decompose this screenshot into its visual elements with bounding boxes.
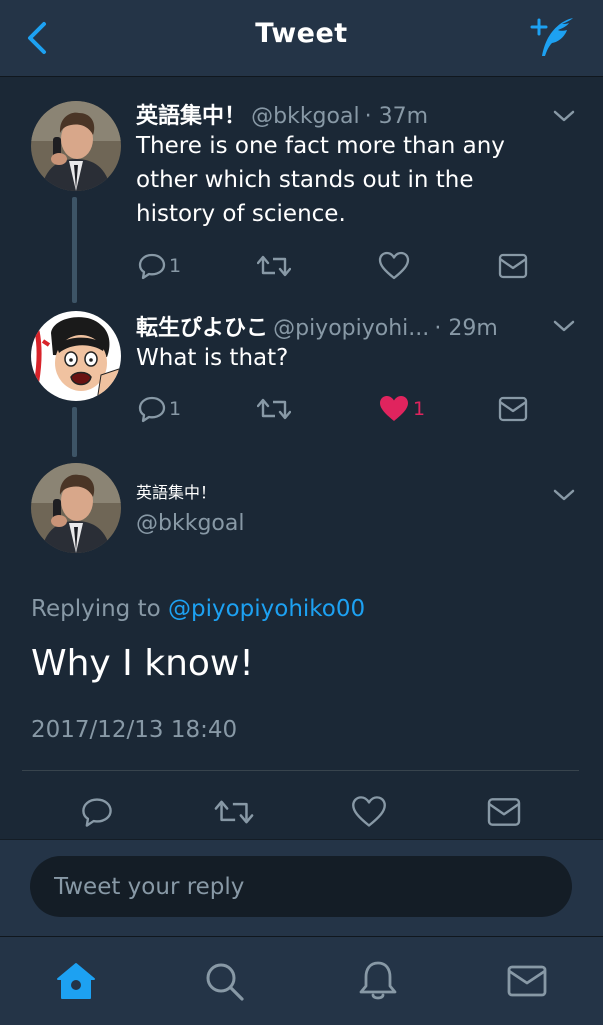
display-name[interactable]: 英語集中！: [136, 104, 246, 129]
reply-input[interactable]: [30, 856, 572, 917]
chevron-down-icon[interactable]: [552, 318, 576, 334]
reply-button[interactable]: [137, 251, 167, 281]
chevron-down-icon[interactable]: [552, 487, 576, 503]
user-handle[interactable]: @bkkgoal: [251, 104, 359, 129]
like-count: 1: [413, 398, 426, 420]
tweet-text: What is that?: [136, 341, 288, 375]
page-title: Tweet: [255, 18, 348, 49]
tweet-thread: 英語集中！ @bkkgoal · 37m There is one fact m…: [0, 77, 603, 839]
heart-filled-icon: [380, 396, 408, 421]
avatar[interactable]: [31, 101, 121, 191]
display-name[interactable]: 英語集中！: [136, 479, 216, 503]
envelope-icon: [498, 396, 528, 422]
heart-icon: [352, 796, 386, 827]
tweet-text: There is one fact more than any other wh…: [136, 129, 505, 231]
tweet-text-line: There is one fact more than any: [136, 133, 505, 159]
top-bar: Tweet: [0, 0, 603, 77]
tweet-text-line: other which stands out in the: [136, 167, 474, 193]
replying-to-link[interactable]: @piyopiyohiko00: [168, 596, 365, 622]
user-handle[interactable]: @bkkgoal: [136, 511, 244, 536]
tweet-text-line: history of science.: [136, 201, 346, 227]
divider: [22, 770, 579, 771]
heart-icon: [378, 251, 410, 280]
tweet-timestamp: 2017/12/13 18:40: [31, 717, 238, 743]
envelope-icon: [487, 798, 521, 826]
direct-message-button[interactable]: [498, 396, 528, 426]
reply-bar: [0, 840, 603, 936]
user-handle[interactable]: @piyopiyohi...: [273, 316, 429, 341]
avatar[interactable]: [31, 463, 121, 553]
direct-message-button[interactable]: [486, 797, 522, 827]
tweet-header: 英語集中！ @bkkgoal · 37m: [136, 98, 428, 130]
search-icon[interactable]: [202, 959, 246, 1003]
avatar[interactable]: [31, 311, 121, 401]
reply-icon: [138, 253, 166, 280]
notifications-icon[interactable]: [356, 959, 400, 1003]
reply-icon: [138, 396, 166, 423]
retweet-button[interactable]: [214, 795, 254, 825]
retweet-button[interactable]: [257, 394, 291, 424]
tweet-time: · 37m: [364, 104, 429, 129]
direct-message-button[interactable]: [498, 253, 528, 283]
tweet-header: 転生ぴよひこ @piyopiyohi... · 29m: [136, 310, 498, 342]
retweet-icon: [214, 800, 254, 824]
reply-count: 1: [169, 398, 182, 420]
chevron-down-icon[interactable]: [552, 108, 576, 124]
replying-prefix: Replying to: [31, 596, 161, 622]
retweet-icon: [257, 255, 291, 277]
like-button[interactable]: [378, 251, 410, 281]
thread-connector: [72, 197, 77, 303]
thread-connector: [72, 407, 77, 457]
tweet-time: · 29m: [434, 316, 498, 341]
tab-bar: [0, 936, 603, 1025]
display-name[interactable]: 転生ぴよひこ: [136, 316, 268, 341]
focused-tweet-text: Why I know!: [31, 643, 254, 684]
tweet-text-line: What is that?: [136, 345, 289, 371]
retweet-button[interactable]: [257, 251, 291, 281]
like-button[interactable]: [351, 795, 387, 827]
reply-icon: [82, 798, 112, 827]
reply-count: 1: [169, 255, 182, 277]
like-button[interactable]: [378, 394, 410, 424]
envelope-icon: [498, 253, 528, 279]
reply-button[interactable]: [80, 795, 114, 827]
replying-to: Replying to @piyopiyohiko00: [31, 596, 365, 622]
reply-button[interactable]: [137, 394, 167, 424]
retweet-icon: [257, 398, 291, 420]
messages-icon[interactable]: [505, 959, 549, 1003]
compose-tweet-icon[interactable]: [529, 14, 577, 60]
home-icon[interactable]: [54, 959, 98, 1003]
